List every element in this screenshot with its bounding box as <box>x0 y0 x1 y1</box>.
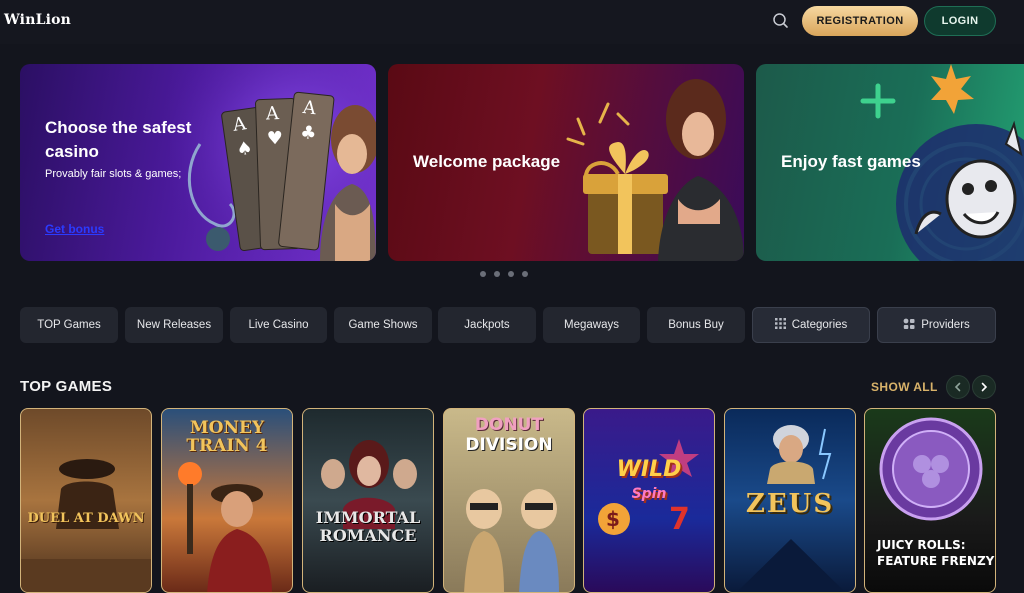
svg-text:♣: ♣ <box>299 122 317 145</box>
category-providers[interactable]: Providers <box>877 307 996 343</box>
casino-cards-illustration: A ♠ A ♥ A ♣ <box>170 64 376 261</box>
chevron-left-icon <box>954 382 961 392</box>
chevron-right-icon <box>981 382 988 392</box>
category-categories-label: Categories <box>791 319 848 331</box>
game-card-zeus[interactable]: ZEUS <box>724 408 856 593</box>
game-title-line-2: ROMANCE <box>319 526 417 545</box>
game-title: JUICY ROLLS: FEATURE FRENZY <box>877 537 995 569</box>
category-providers-label: Providers <box>921 319 970 331</box>
game-title-line-1: WILD <box>616 457 682 482</box>
header: WinLion REGISTRATION LOGIN <box>0 0 1024 44</box>
registration-button[interactable]: REGISTRATION <box>802 6 918 36</box>
game-title-line-2: DIVISION <box>465 435 553 455</box>
game-title-line-1: IMMORTAL <box>315 508 421 527</box>
category-bonus-buy[interactable]: Bonus Buy <box>647 307 745 343</box>
prev-arrow-button[interactable] <box>946 375 970 399</box>
banner-title-line-2: casino <box>45 142 99 161</box>
category-new-releases[interactable]: New Releases <box>125 307 223 343</box>
game-title-line-2: Spin <box>631 486 667 502</box>
game-card-juicy-rolls[interactable]: JUICY ROLLS: FEATURE FRENZY <box>864 408 996 593</box>
svg-text:$: $ <box>606 507 620 531</box>
game-title: MONEY TRAIN 4 <box>162 419 292 455</box>
get-bonus-link[interactable]: Get bonus <box>45 222 104 236</box>
game-title: IMMORTAL ROMANCE <box>303 509 433 545</box>
carousel-dot-3[interactable] <box>508 271 514 277</box>
svg-text:7: 7 <box>669 502 690 537</box>
game-title: WILD Spin <box>584 459 714 505</box>
top-games-title: TOP GAMES <box>20 378 113 395</box>
svg-text:A: A <box>265 103 281 125</box>
banner-title: Choose the safest casino <box>45 116 191 164</box>
login-button[interactable]: LOGIN <box>924 6 996 36</box>
game-card-duel-at-dawn[interactable]: DUEL AT DAWN <box>20 408 152 593</box>
grid-icon <box>774 318 786 332</box>
game-card-immortal-romance[interactable]: IMMORTAL ROMANCE <box>302 408 434 593</box>
carousel-dot-4[interactable] <box>522 271 528 277</box>
game-title-line-2: FEATURE FRENZY <box>877 554 995 568</box>
providers-icon <box>903 318 915 333</box>
banner-title: Enjoy fast games <box>781 152 921 171</box>
banner-title-line-1: Choose the safest <box>45 118 192 137</box>
carousel-dots <box>480 271 528 277</box>
category-game-shows[interactable]: Game Shows <box>334 307 432 343</box>
game-card-donut-division[interactable]: DONUT DIVISION <box>443 408 575 593</box>
svg-text:♠: ♠ <box>235 137 254 160</box>
game-title: DONUT DIVISION <box>444 415 574 455</box>
next-arrow-button[interactable] <box>972 375 996 399</box>
game-art <box>321 440 417 529</box>
game-card-money-train-4[interactable]: MONEY TRAIN 4 <box>161 408 293 593</box>
banner-title: Welcome package <box>413 152 561 171</box>
category-jackpots[interactable]: Jackpots <box>438 307 536 343</box>
gift-illustration <box>566 79 744 261</box>
game-art <box>21 459 151 592</box>
game-card-wild-spin[interactable]: $ 7 WILD Spin <box>583 408 715 593</box>
banner-fast-games[interactable]: Enjoy fast games <box>756 64 1024 261</box>
game-title: DUEL AT DAWN <box>27 511 145 526</box>
banner-safest-casino[interactable]: A ♠ A ♥ A ♣ Choose the safest casino Pro… <box>20 64 376 261</box>
search-icon[interactable] <box>770 10 792 32</box>
category-top-games[interactable]: TOP Games <box>20 307 118 343</box>
show-all-link[interactable]: SHOW ALL <box>871 380 938 394</box>
game-title: ZEUS <box>745 489 835 519</box>
banner-welcome-package[interactable]: Welcome package <box>388 64 744 261</box>
game-title-line-1: JUICY ROLLS: <box>877 538 966 552</box>
game-title-line-1: MONEY <box>189 418 265 438</box>
category-categories[interactable]: Categories <box>752 307 870 343</box>
category-live-casino[interactable]: Live Casino <box>230 307 327 343</box>
carousel-dot-1[interactable] <box>480 271 486 277</box>
category-megaways[interactable]: Megaways <box>543 307 640 343</box>
logo[interactable]: WinLion <box>4 12 71 28</box>
carousel-dot-2[interactable] <box>494 271 500 277</box>
game-title-line-2: TRAIN 4 <box>186 436 268 456</box>
svg-text:♥: ♥ <box>266 128 283 150</box>
banner-subtitle: Provably fair slots & games; <box>45 168 182 180</box>
game-title-line-1: DONUT <box>474 415 544 435</box>
